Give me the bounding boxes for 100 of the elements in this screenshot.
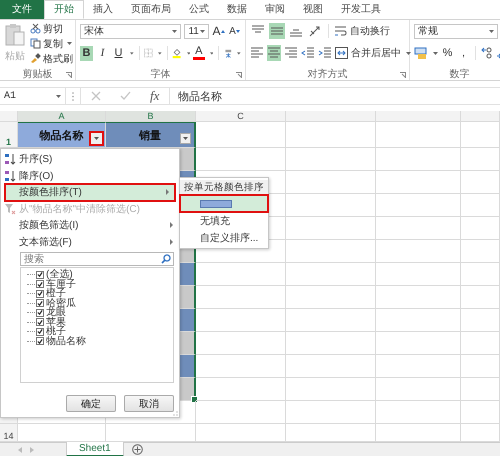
comma-button[interactable]: , — [457, 46, 470, 61]
align-middle-button[interactable] — [269, 23, 285, 40]
merge-cells-icon — [335, 47, 348, 60]
menu-item[interactable]: 按颜色筛选(I) — [1, 217, 179, 234]
column-header[interactable]: C — [196, 111, 286, 122]
add-sheet-icon[interactable] — [132, 444, 143, 455]
fill-bucket-icon[interactable] — [172, 46, 182, 60]
checkbox[interactable] — [36, 270, 44, 279]
checkbox-label[interactable]: 龙眼 — [46, 308, 66, 318]
number-format-field[interactable]: 常规 — [414, 24, 498, 39]
percent-button[interactable]: % — [441, 46, 454, 61]
menu-item[interactable]: 按颜色排序(T) — [5, 184, 175, 200]
copy-button[interactable]: 复制 — [30, 38, 73, 50]
caret-icon — [237, 52, 242, 55]
submenu-arrow-icon — [166, 189, 169, 196]
checkbox[interactable] — [36, 308, 44, 317]
up-arrow-icon — [220, 30, 224, 33]
merge-center-button[interactable]: 合并后居中 — [335, 46, 411, 60]
column-header[interactable]: A — [18, 111, 106, 122]
ok-button[interactable]: 确定 — [66, 395, 116, 412]
cancel-button[interactable]: 取消 — [124, 395, 174, 412]
row-header[interactable]: 1 — [0, 122, 18, 148]
down-arrow-icon — [236, 30, 240, 33]
format-painter-button[interactable]: 格式刷 — [30, 52, 73, 65]
font-color-button[interactable]: A — [193, 46, 204, 60]
checkbox-label[interactable]: (全选) — [46, 270, 73, 280]
checkbox-label[interactable]: 物品名称 — [46, 336, 86, 346]
checkbox-label[interactable]: 苹果 — [46, 318, 66, 327]
group-label: 剪贴板 — [22, 68, 52, 80]
fill-handle[interactable] — [191, 396, 198, 403]
group-label: 对齐方式 — [308, 68, 348, 80]
caret-icon — [67, 42, 72, 46]
search-icon — [161, 254, 171, 264]
filter-dropdown-button[interactable] — [180, 133, 191, 144]
wrap-text-icon — [334, 25, 347, 38]
filter-dropdown-button[interactable] — [89, 131, 104, 146]
align-center-button[interactable] — [267, 45, 281, 62]
cut-button[interactable]: 剪切 — [30, 22, 73, 35]
caret-icon — [183, 137, 188, 140]
indent-icon — [318, 46, 332, 60]
ribbon-tab[interactable]: 数据 — [218, 0, 256, 19]
wrap-text-button[interactable]: 自动换行 — [334, 24, 390, 38]
dialog-launcher-icon[interactable] — [400, 72, 406, 78]
checkbox[interactable] — [36, 290, 44, 298]
submenu-arrow-icon — [170, 238, 173, 245]
checkbox[interactable] — [36, 337, 44, 346]
caret-icon — [200, 30, 205, 33]
caret-icon — [489, 30, 494, 33]
caret-icon — [130, 52, 134, 55]
grow-font-button[interactable]: A — [212, 24, 225, 39]
menu-item[interactable] — [180, 195, 268, 212]
font-name-field[interactable]: 宋体 — [80, 24, 182, 39]
checkbox[interactable] — [36, 280, 44, 288]
checkbox[interactable] — [36, 318, 44, 326]
font-size-field[interactable]: 11 — [184, 24, 209, 39]
dialog-launcher-icon[interactable] — [236, 72, 242, 78]
caret-icon — [94, 137, 99, 140]
menu-item[interactable]: 文本筛选(F) — [1, 234, 179, 250]
scissors-icon — [30, 23, 41, 34]
dialog-launcher-icon[interactable] — [66, 72, 72, 78]
checkbox-label[interactable]: 车厘子 — [46, 280, 76, 289]
italic-button[interactable]: I — [96, 46, 109, 61]
caret-icon — [172, 30, 178, 33]
menu-item[interactable]: 无填充 — [180, 212, 268, 229]
menu-item[interactable]: 升序(S) — [1, 151, 179, 168]
align-center-icon — [267, 46, 281, 60]
menu-item[interactable]: 降序(O) — [1, 168, 179, 184]
insert-function-button[interactable]: fx — [150, 88, 160, 104]
orientation-icon — [308, 24, 322, 38]
ribbon-tab[interactable]: 公式 — [180, 0, 218, 19]
sort-ascending-icon — [4, 153, 16, 166]
column-header[interactable]: B — [106, 111, 196, 122]
ribbon-tab[interactable]: 开发工具 — [332, 0, 390, 19]
bold-button[interactable]: B — [80, 46, 93, 61]
menu-item[interactable]: 自定义排序... — [180, 229, 268, 246]
shrink-font-button[interactable]: A — [228, 24, 241, 39]
ribbon-tab[interactable]: 文件 — [0, 0, 44, 19]
increase-decimal-icon[interactable] — [481, 47, 493, 60]
checkbox[interactable] — [36, 328, 44, 336]
currency-icon[interactable] — [414, 46, 428, 60]
check-icon[interactable] — [120, 91, 131, 101]
underline-button[interactable]: U — [112, 46, 125, 61]
checkbox-label[interactable]: 桃子 — [46, 327, 66, 336]
search-field[interactable]: 搜索 — [20, 252, 174, 266]
checkbox-label[interactable]: 哈密瓜 — [46, 298, 76, 308]
brush-icon — [30, 53, 41, 64]
row-header[interactable]: 14 — [0, 424, 18, 442]
checkbox-label[interactable]: 橙子 — [46, 289, 66, 298]
name-box[interactable]: A1 — [0, 88, 66, 104]
ribbon-tab[interactable]: 页面布局 — [122, 0, 180, 19]
ribbon-tab[interactable]: 插入 — [84, 0, 122, 19]
ribbon-tab[interactable]: 审阅 — [256, 0, 294, 19]
checkbox[interactable] — [36, 299, 44, 308]
ribbon-tab[interactable]: 视图 — [294, 0, 332, 19]
copy-icon — [30, 38, 41, 50]
sheet-tab[interactable]: Sheet1 — [66, 442, 124, 456]
outdent-icon — [301, 46, 315, 60]
ribbon-tab[interactable]: 开始 — [44, 0, 84, 19]
formula-input[interactable]: 物品名称 — [170, 88, 222, 104]
resize-grip-icon[interactable] — [173, 411, 178, 416]
